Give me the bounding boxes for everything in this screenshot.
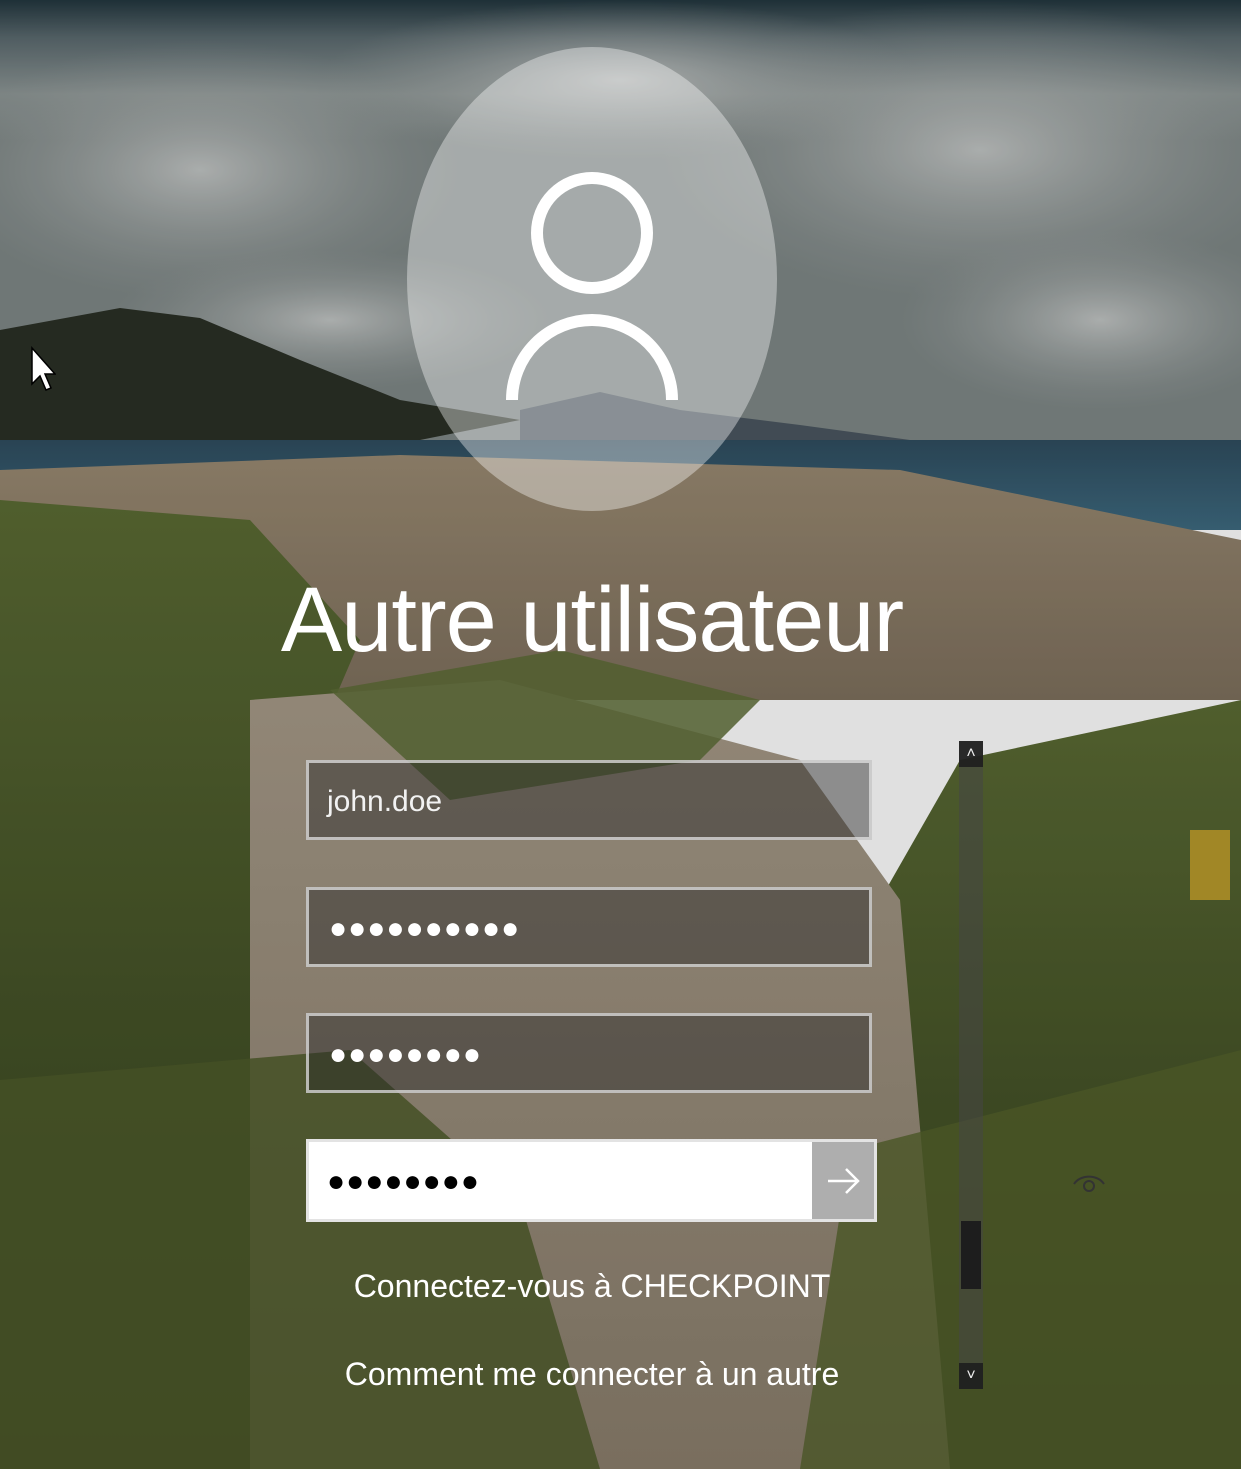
mouse-cursor-icon (31, 346, 56, 391)
active-password-field[interactable]: ●●●●●●●● (306, 1139, 1105, 1222)
username-value: john.doe (327, 785, 443, 818)
password-confirm-field[interactable]: ●●●●●●●● (306, 1013, 872, 1093)
user-icon (506, 172, 678, 401)
arrow-right-icon (828, 1168, 860, 1194)
password-masked-value: ●●●●●●●●●● (329, 912, 521, 945)
active-password-masked-value: ●●●●●●●● (327, 1165, 480, 1198)
username-field[interactable]: john.doe (306, 760, 872, 840)
connect-to-domain-link[interactable]: Connectez-vous à CHECKPOINT (0, 1268, 1184, 1305)
eye-icon[interactable] (1071, 1166, 1107, 1198)
scroll-up-button[interactable]: ˄ (959, 741, 983, 767)
submit-button[interactable] (812, 1142, 874, 1219)
scrollbar[interactable]: ˄ ˅ (959, 741, 983, 1389)
user-avatar (407, 47, 777, 511)
password-field[interactable]: ●●●●●●●●●● (306, 887, 872, 967)
scroll-down-button[interactable]: ˅ (959, 1363, 983, 1389)
password-confirm-masked-value: ●●●●●●●● (329, 1038, 482, 1071)
scroll-thumb[interactable] (961, 1221, 981, 1290)
user-display-name: Autre utilisateur (280, 569, 904, 671)
how-to-connect-link[interactable]: Comment me connecter à un autre (0, 1356, 1184, 1393)
